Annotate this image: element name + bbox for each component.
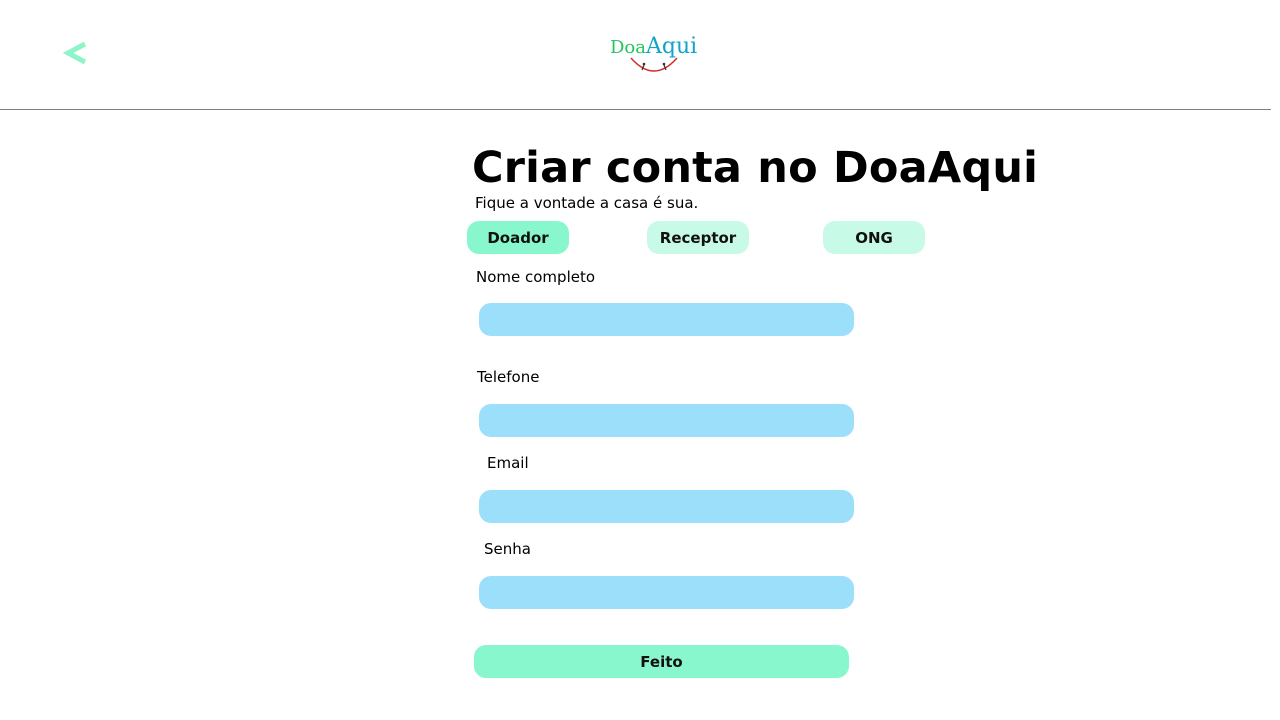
- password-label: Senha: [484, 540, 531, 558]
- back-button[interactable]: [58, 30, 94, 76]
- email-label: Email: [487, 454, 529, 472]
- chevron-left-icon: [62, 41, 87, 65]
- phone-input[interactable]: [479, 404, 854, 437]
- tab-receptor[interactable]: Receptor: [647, 221, 749, 254]
- tab-doador[interactable]: Doador: [467, 221, 569, 254]
- name-input[interactable]: [479, 303, 854, 336]
- name-label: Nome completo: [476, 268, 596, 286]
- submit-button[interactable]: Feito: [474, 645, 849, 678]
- smile-icon: [630, 57, 678, 72]
- header-divider: [0, 109, 1271, 110]
- page-subtitle: Fique a vontade a casa é sua.: [475, 194, 699, 212]
- signup-page: DoaAqui Criar conta no DoaAqui Fique a v…: [0, 0, 1280, 720]
- tab-ong[interactable]: ONG: [823, 221, 925, 254]
- password-input[interactable]: [479, 576, 854, 609]
- phone-label: Telefone: [477, 368, 540, 386]
- doaaqui-logo: DoaAqui: [604, 34, 700, 80]
- email-input[interactable]: [479, 490, 854, 523]
- page-title: Criar conta no DoaAqui: [472, 143, 1039, 193]
